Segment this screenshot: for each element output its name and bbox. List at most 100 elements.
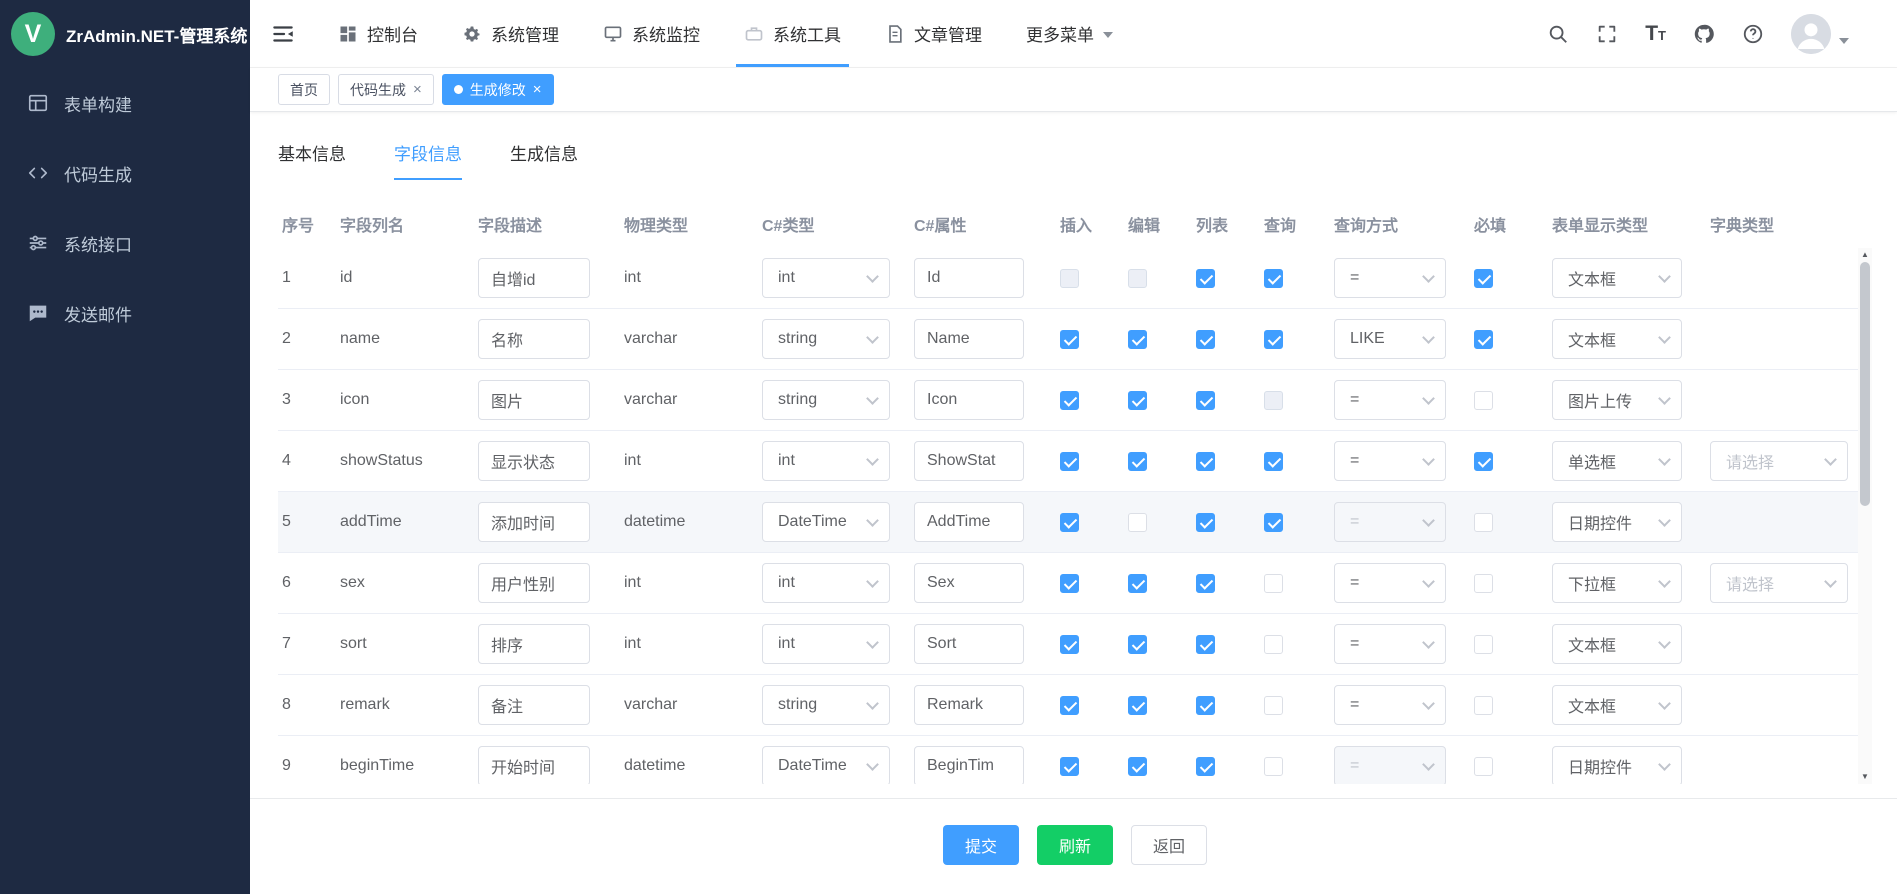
- refresh-button[interactable]: 刷新: [1037, 825, 1113, 865]
- tab-field-info[interactable]: 字段信息: [394, 140, 462, 180]
- display-type-select[interactable]: 图片上传: [1552, 380, 1682, 420]
- display-type-select[interactable]: 日期控件: [1552, 502, 1682, 542]
- csharp-attribute-input[interactable]: [914, 502, 1024, 542]
- query-checkbox[interactable]: [1264, 391, 1283, 410]
- edit-checkbox[interactable]: [1128, 696, 1147, 715]
- tab-basic-info[interactable]: 基本信息: [278, 140, 346, 180]
- required-checkbox[interactable]: [1474, 635, 1493, 654]
- close-icon[interactable]: ×: [533, 82, 542, 97]
- nav-item-system-management[interactable]: 系统管理: [440, 0, 581, 67]
- nav-item-system-tools[interactable]: 系统工具: [722, 0, 863, 67]
- csharp-type-select[interactable]: string: [762, 319, 890, 359]
- insert-checkbox[interactable]: [1060, 391, 1079, 410]
- display-type-select[interactable]: 单选框: [1552, 441, 1682, 481]
- field-description-input[interactable]: [478, 624, 590, 664]
- edit-checkbox[interactable]: [1128, 391, 1147, 410]
- vertical-scrollbar[interactable]: ▲ ▼: [1858, 248, 1872, 784]
- query-type-select[interactable]: =: [1334, 380, 1446, 420]
- display-type-select[interactable]: 下拉框: [1552, 563, 1682, 603]
- csharp-attribute-input[interactable]: [914, 441, 1024, 481]
- list-checkbox[interactable]: [1196, 330, 1215, 349]
- edit-checkbox[interactable]: [1128, 330, 1147, 349]
- csharp-attribute-input[interactable]: [914, 746, 1024, 784]
- list-checkbox[interactable]: [1196, 757, 1215, 776]
- edit-checkbox[interactable]: [1128, 635, 1147, 654]
- csharp-type-select[interactable]: int: [762, 563, 890, 603]
- csharp-type-select[interactable]: DateTime: [762, 502, 890, 542]
- required-checkbox[interactable]: [1474, 452, 1493, 471]
- tab-generate-info[interactable]: 生成信息: [510, 140, 578, 180]
- edit-checkbox[interactable]: [1128, 269, 1147, 288]
- table-body[interactable]: 1 id int int = 文本框: [278, 248, 1858, 784]
- insert-checkbox[interactable]: [1060, 574, 1079, 593]
- list-checkbox[interactable]: [1196, 696, 1215, 715]
- required-checkbox[interactable]: [1474, 757, 1493, 776]
- insert-checkbox[interactable]: [1060, 635, 1079, 654]
- submit-button[interactable]: 提交: [943, 825, 1019, 865]
- csharp-type-select[interactable]: int: [762, 258, 890, 298]
- csharp-type-select[interactable]: string: [762, 685, 890, 725]
- field-description-input[interactable]: [478, 258, 590, 298]
- field-description-input[interactable]: [478, 685, 590, 725]
- query-checkbox[interactable]: [1264, 330, 1283, 349]
- csharp-attribute-input[interactable]: [914, 380, 1024, 420]
- insert-checkbox[interactable]: [1060, 513, 1079, 532]
- github-icon[interactable]: [1693, 23, 1715, 45]
- font-size-icon[interactable]: TT: [1645, 23, 1666, 44]
- required-checkbox[interactable]: [1474, 391, 1493, 410]
- nav-item-dashboard[interactable]: 控制台: [316, 0, 440, 67]
- required-checkbox[interactable]: [1474, 330, 1493, 349]
- close-icon[interactable]: ×: [413, 82, 422, 97]
- query-type-select[interactable]: =: [1334, 502, 1446, 542]
- tag-generate-edit[interactable]: 生成修改 ×: [442, 74, 554, 105]
- list-checkbox[interactable]: [1196, 635, 1215, 654]
- csharp-attribute-input[interactable]: [914, 624, 1024, 664]
- scroll-down-icon[interactable]: ▼: [1858, 770, 1872, 784]
- search-icon[interactable]: [1547, 23, 1569, 45]
- query-checkbox[interactable]: [1264, 513, 1283, 532]
- edit-checkbox[interactable]: [1128, 452, 1147, 471]
- query-type-select[interactable]: =: [1334, 441, 1446, 481]
- dict-type-select[interactable]: 请选择: [1710, 441, 1848, 481]
- query-checkbox[interactable]: [1264, 635, 1283, 654]
- display-type-select[interactable]: 文本框: [1552, 319, 1682, 359]
- query-type-select[interactable]: =: [1334, 624, 1446, 664]
- nav-item-more-menu[interactable]: 更多菜单: [1004, 0, 1135, 67]
- sidebar-collapse-button[interactable]: [250, 0, 316, 67]
- edit-checkbox[interactable]: [1128, 757, 1147, 776]
- insert-checkbox[interactable]: [1060, 330, 1079, 349]
- list-checkbox[interactable]: [1196, 452, 1215, 471]
- display-type-select[interactable]: 日期控件: [1552, 746, 1682, 784]
- query-type-select[interactable]: LIKE: [1334, 319, 1446, 359]
- field-description-input[interactable]: [478, 746, 590, 784]
- scrollbar-thumb[interactable]: [1860, 262, 1870, 506]
- field-description-input[interactable]: [478, 441, 590, 481]
- query-type-select[interactable]: =: [1334, 746, 1446, 784]
- list-checkbox[interactable]: [1196, 391, 1215, 410]
- query-checkbox[interactable]: [1264, 574, 1283, 593]
- sidebar-item-system-api[interactable]: 系统接口: [0, 208, 250, 278]
- required-checkbox[interactable]: [1474, 574, 1493, 593]
- sidebar-item-send-mail[interactable]: 发送邮件: [0, 278, 250, 348]
- fullscreen-icon[interactable]: [1596, 23, 1618, 45]
- tag-home[interactable]: 首页: [278, 74, 330, 105]
- csharp-attribute-input[interactable]: [914, 685, 1024, 725]
- insert-checkbox[interactable]: [1060, 269, 1079, 288]
- display-type-select[interactable]: 文本框: [1552, 258, 1682, 298]
- help-icon[interactable]: [1742, 23, 1764, 45]
- query-checkbox[interactable]: [1264, 757, 1283, 776]
- display-type-select[interactable]: 文本框: [1552, 624, 1682, 664]
- csharp-type-select[interactable]: string: [762, 380, 890, 420]
- query-checkbox[interactable]: [1264, 269, 1283, 288]
- list-checkbox[interactable]: [1196, 574, 1215, 593]
- display-type-select[interactable]: 文本框: [1552, 685, 1682, 725]
- query-type-select[interactable]: =: [1334, 563, 1446, 603]
- csharp-attribute-input[interactable]: [914, 319, 1024, 359]
- csharp-type-select[interactable]: int: [762, 624, 890, 664]
- nav-item-system-monitor[interactable]: 系统监控: [581, 0, 722, 67]
- csharp-attribute-input[interactable]: [914, 258, 1024, 298]
- field-description-input[interactable]: [478, 319, 590, 359]
- dict-type-select[interactable]: 请选择: [1710, 563, 1848, 603]
- csharp-type-select[interactable]: int: [762, 441, 890, 481]
- tag-code-generation[interactable]: 代码生成 ×: [338, 74, 434, 105]
